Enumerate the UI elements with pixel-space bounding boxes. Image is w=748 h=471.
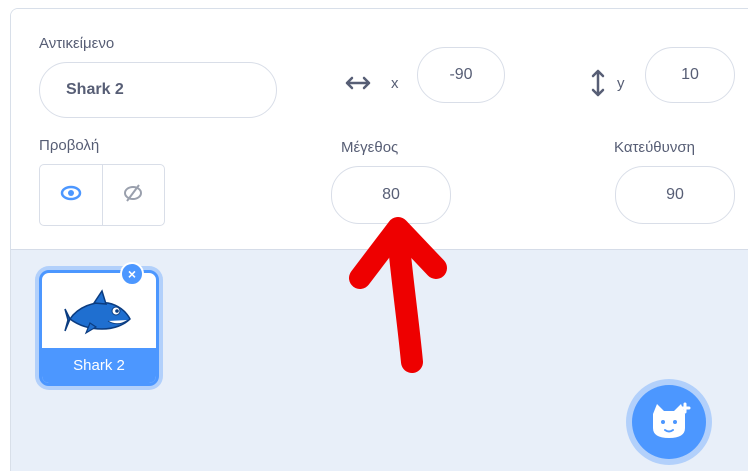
direction-input[interactable]: 90 — [615, 166, 735, 224]
sprite-name-input[interactable]: Shark 2 — [39, 62, 277, 118]
sprite-name-value: Shark 2 — [66, 81, 124, 98]
y-label: y — [617, 75, 625, 92]
y-value: 10 — [681, 66, 699, 83]
show-button[interactable] — [40, 165, 102, 225]
close-icon: × — [127, 266, 137, 282]
x-label: x — [391, 75, 399, 92]
size-input[interactable]: 80 — [331, 166, 451, 224]
show-label: Προβολή — [39, 137, 100, 154]
sprite-info-panel: Αντικείμενο Shark 2 x -90 y 10 Προβολή Μ… — [11, 9, 748, 250]
sprite-label: Αντικείμενο — [39, 35, 115, 52]
y-input[interactable]: 10 — [645, 47, 735, 103]
size-value: 80 — [382, 186, 400, 203]
visibility-toggle — [39, 164, 165, 226]
sprite-tile-label: Shark 2 — [42, 348, 156, 383]
horizontal-arrows-icon — [345, 76, 371, 95]
direction-label: Κατεύθυνση — [614, 139, 695, 156]
hide-button[interactable] — [101, 165, 165, 225]
eye-slash-icon — [122, 182, 144, 209]
size-label: Μέγεθος — [341, 139, 399, 156]
eye-icon — [60, 185, 82, 206]
sprite-tile-shark-2[interactable]: Shark 2 — [39, 270, 159, 386]
direction-value: 90 — [666, 186, 684, 203]
delete-sprite-button[interactable]: × — [120, 262, 144, 286]
sprite-thumbnail — [42, 273, 156, 351]
shark-icon — [64, 289, 131, 335]
x-input[interactable]: -90 — [417, 47, 505, 103]
vertical-arrows-icon — [591, 69, 605, 102]
cat-plus-icon — [653, 402, 691, 438]
x-value: -90 — [449, 66, 473, 83]
add-sprite-button[interactable] — [632, 385, 706, 459]
